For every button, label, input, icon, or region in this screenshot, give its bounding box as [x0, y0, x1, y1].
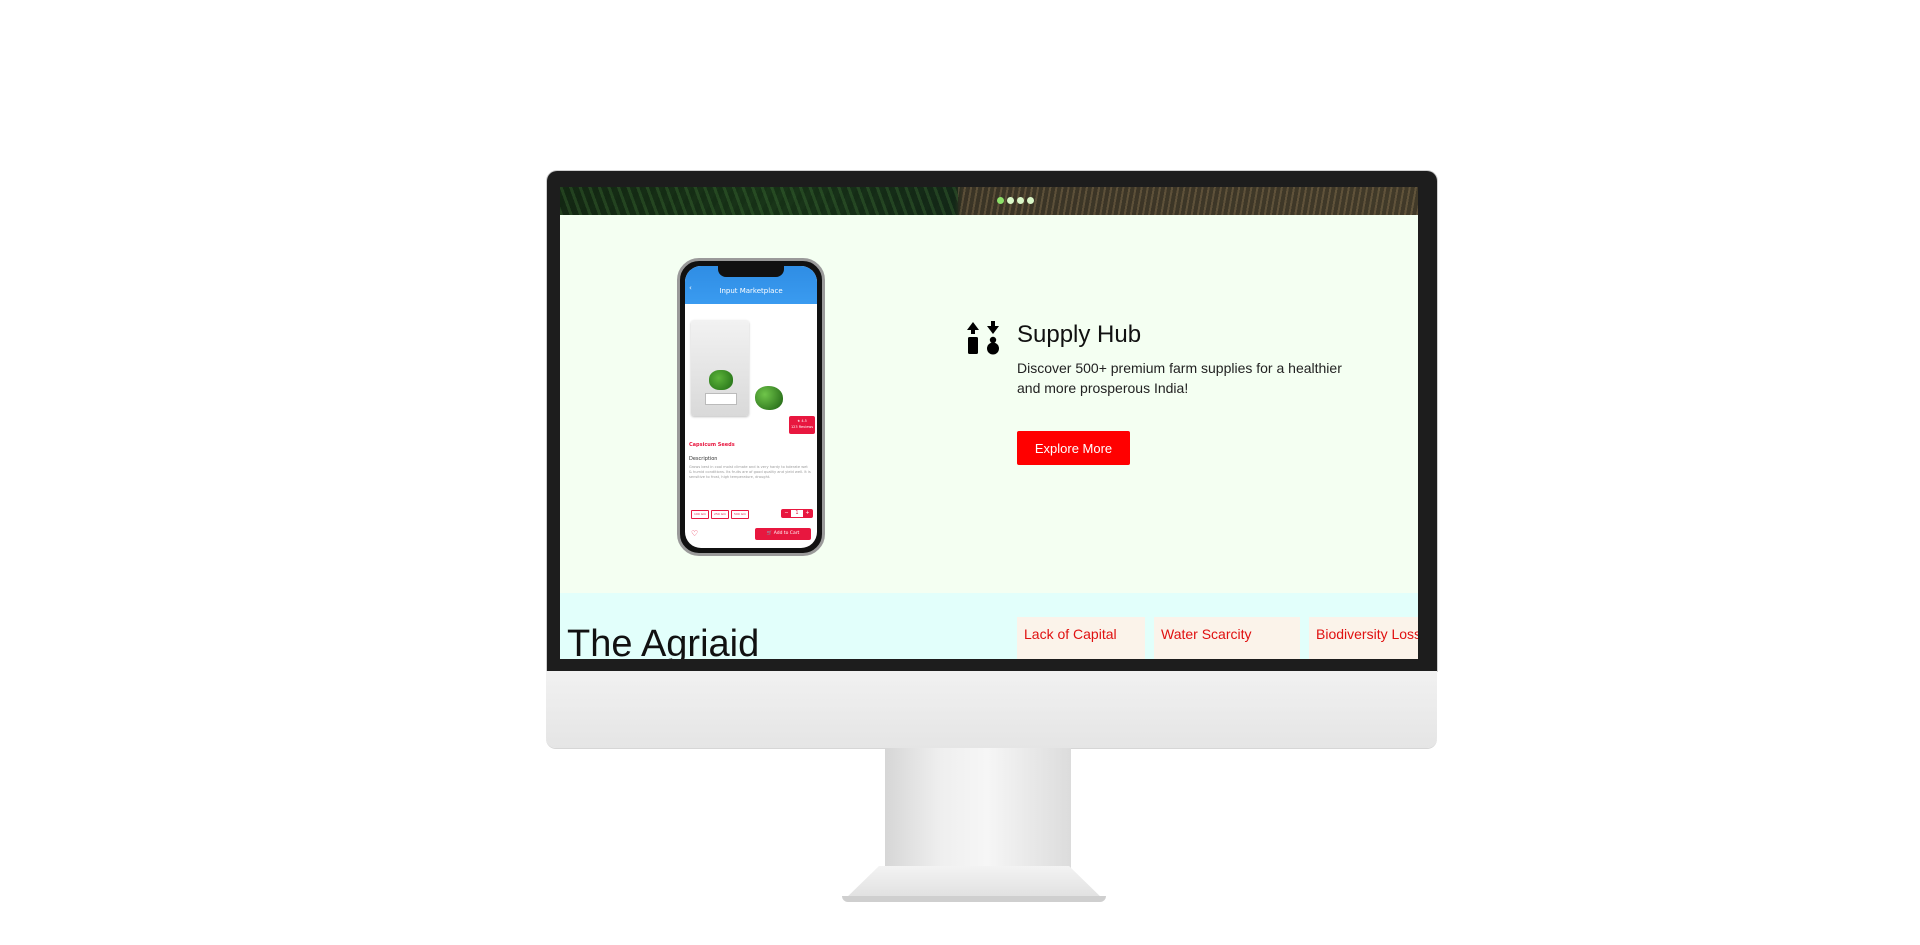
slider-dot[interactable]: [997, 197, 1004, 204]
banner-grass-image: [560, 187, 958, 215]
desktop-mockup: Input Marketplace ‹ ★ 4.5 123 Reviews Ca…: [0, 0, 1920, 945]
minus-icon: −: [782, 510, 791, 517]
pack-size-chip: 500 Gm: [731, 510, 749, 519]
product-name: Capsicum Seeds: [689, 442, 735, 448]
phone-notch: [718, 266, 784, 277]
seed-packet-image: [691, 320, 749, 416]
quantity-value: 1: [795, 510, 799, 516]
pack-size-chip: 250 Gm: [711, 510, 729, 519]
add-to-cart-label: Add to Cart: [773, 531, 800, 536]
plus-icon: +: [803, 510, 812, 517]
description-text: Grows best in cool moist climate and is …: [689, 465, 811, 479]
imac-stand-edge: [842, 896, 1106, 902]
supply-hub-title: Supply Hub: [1017, 321, 1142, 348]
agriaid-section: The Agriaid Lack of Capital Water Scarci…: [560, 593, 1418, 659]
problem-card-water[interactable]: Water Scarcity: [1154, 617, 1300, 659]
agriaid-heading: The Agriaid: [567, 623, 760, 659]
phone-screen: Input Marketplace ‹ ★ 4.5 123 Reviews Ca…: [685, 266, 817, 548]
problem-card-biodiversity[interactable]: Biodiversity Loss: [1309, 617, 1418, 659]
quantity-stepper: − 1 +: [781, 509, 813, 518]
heart-icon: ♡: [691, 529, 699, 538]
imac-chin: [546, 671, 1437, 748]
pack-size-chip: 100 Gm: [691, 510, 709, 519]
hero-banner: [560, 187, 1418, 215]
rating-badge: ★ 4.5 123 Reviews: [789, 416, 815, 434]
back-arrow-icon: ‹: [689, 284, 692, 292]
explore-more-button[interactable]: Explore More: [1017, 431, 1130, 465]
slider-dot[interactable]: [1007, 197, 1014, 204]
supply-hub-description: Discover 500+ premium farm supplies for …: [1017, 360, 1342, 396]
pack-size-options: 100 Gm 250 Gm 500 Gm: [691, 510, 749, 519]
slider-dots: [997, 197, 1034, 204]
add-to-cart-button: 🛒 Add to Cart: [755, 528, 811, 540]
phone-mockup: Input Marketplace ‹ ★ 4.5 123 Reviews Ca…: [677, 258, 825, 556]
capsicum-image: [755, 386, 783, 410]
description-title: Description: [689, 456, 718, 462]
cart-icon: 🛒: [766, 531, 773, 536]
imac-stand-neck: [885, 748, 1071, 868]
problem-card-capital[interactable]: Lack of Capital: [1017, 617, 1145, 659]
website-screen: Input Marketplace ‹ ★ 4.5 123 Reviews Ca…: [560, 187, 1418, 659]
slider-dot[interactable]: [1027, 197, 1034, 204]
app-header-title: Input Marketplace: [719, 287, 783, 295]
supply-hub-icon: [967, 321, 999, 355]
packet-pepper-image: [709, 370, 733, 390]
slider-dot[interactable]: [1017, 197, 1024, 204]
rating-reviews: 123 Reviews: [790, 425, 814, 429]
packet-label: [705, 393, 737, 405]
